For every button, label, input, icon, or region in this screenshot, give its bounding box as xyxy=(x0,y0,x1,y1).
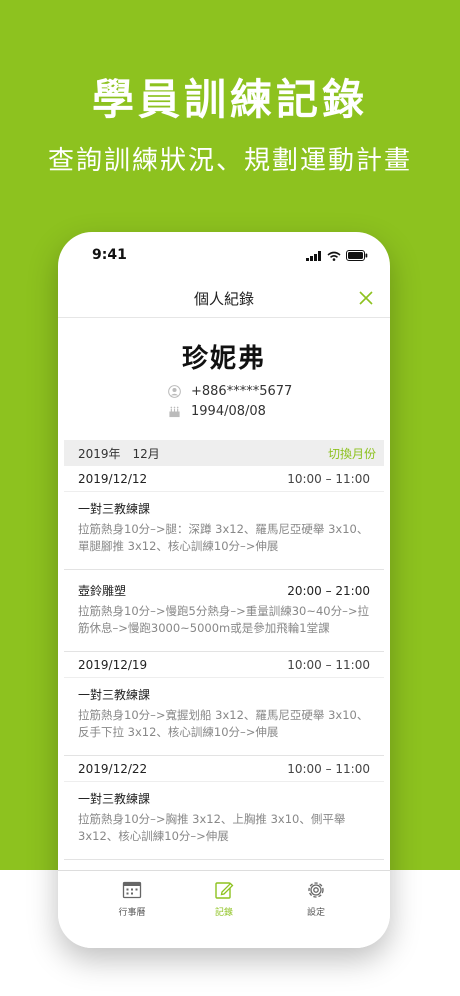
nav-title: 個人紀錄 xyxy=(193,290,254,308)
tab-records[interactable]: 記錄 xyxy=(202,879,246,948)
record-time: 10:00 – 11:00 xyxy=(287,657,370,672)
cake-icon xyxy=(169,406,180,418)
record-item[interactable]: 2019/12/12 10:00 – 11:00 一對三教練課 拉筋熱身10分–… xyxy=(64,466,384,570)
wifi-icon xyxy=(327,251,341,261)
record-time: 10:00 – 11:00 xyxy=(287,471,370,486)
month-label: 2019年 12月 xyxy=(78,447,160,461)
profile-birthday-row: 1994/08/08 xyxy=(168,404,266,419)
profile-name: 珍妮弗 xyxy=(181,344,266,374)
hero-subtitle: 查詢訓練狀況、規劃運動計畫 xyxy=(47,146,412,176)
status-bar: 9:41 xyxy=(58,232,390,282)
record-time: 20:00 – 21:00 xyxy=(287,583,370,598)
battery-icon xyxy=(346,250,368,261)
record-title: 一對三教練課 xyxy=(78,502,151,516)
record-title: 壺鈴雕塑 xyxy=(78,584,127,598)
record-description: 拉筋熱身10分–>腿：深蹲 3x12、羅馬尼亞硬舉 3x10、單腿腳推 3x12… xyxy=(78,522,369,553)
switch-month-button[interactable]: 切換月份 xyxy=(328,445,376,462)
record-header: 2019/12/12 10:00 – 11:00 xyxy=(64,466,384,492)
gear-icon xyxy=(308,882,324,898)
record-item[interactable]: 2019/12/22 10:00 – 11:00 一對三教練課 拉筋熱身10分–… xyxy=(64,756,384,860)
record-item[interactable]: 壺鈴雕塑 20:00 – 21:00 拉筋熱身10分–>慢跑5分熱身–>重量訓練… xyxy=(64,570,384,652)
record-title: 一對三教練課 xyxy=(78,792,151,806)
record-date: 2019/12/12 xyxy=(78,471,148,486)
person-icon xyxy=(168,385,181,398)
tab-label: 記錄 xyxy=(214,908,233,918)
tab-calendar[interactable]: 行事曆 xyxy=(110,879,154,948)
profile-birthday: 1994/08/08 xyxy=(191,404,266,419)
record-title: 一對三教練課 xyxy=(78,688,151,702)
nav-bar: 個人紀錄 xyxy=(58,282,390,318)
record-header: 壺鈴雕塑 20:00 – 21:00 xyxy=(64,570,384,599)
signal-icon xyxy=(306,251,321,261)
tab-label: 設定 xyxy=(306,908,325,918)
record-description: 拉筋熱身10分–>慢跑5分熱身–>重量訓練30~40分–>拉筋休息–>慢跑300… xyxy=(78,604,370,635)
record-item[interactable]: 2019/12/19 10:00 – 11:00 一對三教練課 拉筋熱身10分–… xyxy=(64,652,384,756)
record-description: 拉筋熱身10分–>寬握划船 3x12、羅馬尼亞硬舉 3x10、反手下拉 3x12… xyxy=(78,708,369,739)
record-header: 2019/12/22 10:00 – 11:00 xyxy=(64,756,384,782)
profile-phone-row: +886*****5677 xyxy=(168,384,292,399)
record-header: 2019/12/19 10:00 – 11:00 xyxy=(64,652,384,678)
profile-phone: +886*****5677 xyxy=(191,384,293,399)
record-date: 2019/12/22 xyxy=(78,761,148,776)
hero-title: 學員訓練記錄 xyxy=(91,75,368,124)
record-description: 拉筋熱身10分–>胸推 3x12、上胸推 3x10、側平舉 3x12、核心訓練1… xyxy=(78,812,346,843)
close-icon[interactable] xyxy=(354,286,378,310)
tab-label: 行事曆 xyxy=(118,908,146,918)
tab-bar: 行事曆 記錄 設定 xyxy=(58,870,390,948)
status-time: 9:41 xyxy=(92,247,127,263)
calendar-icon xyxy=(122,881,142,899)
tab-settings[interactable]: 設定 xyxy=(294,879,338,948)
status-icons xyxy=(306,250,368,261)
month-bar: 2019年 12月 切換月份 xyxy=(64,440,384,466)
record-list: 2019/12/12 10:00 – 11:00 一對三教練課 拉筋熱身10分–… xyxy=(64,466,384,870)
edit-icon xyxy=(215,882,234,899)
record-time: 10:00 – 11:00 xyxy=(287,761,370,776)
phone-frame: 9:41 個人紀錄 珍妮弗 +886*****5677 1994/08/08 2… xyxy=(58,232,390,948)
record-date: 2019/12/19 xyxy=(78,657,148,672)
